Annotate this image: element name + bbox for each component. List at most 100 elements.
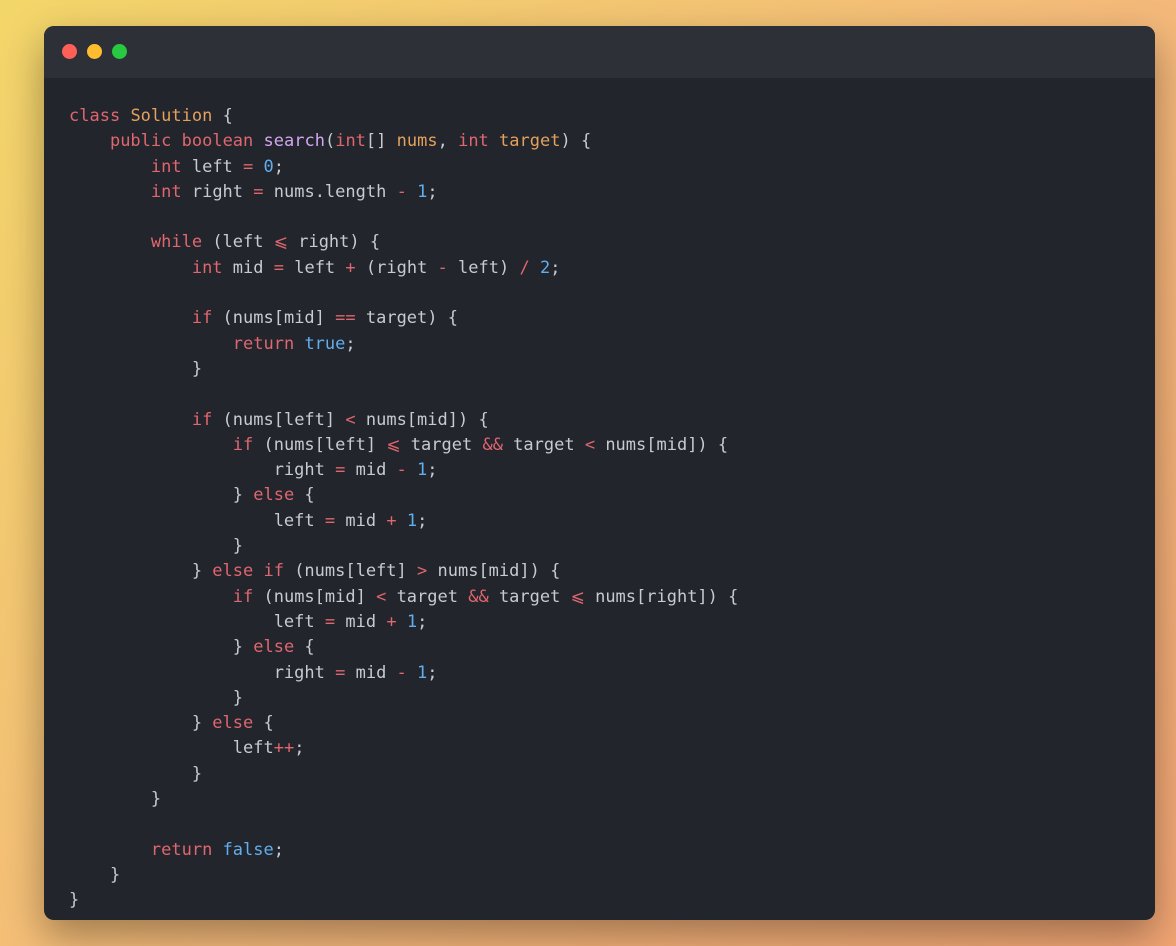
code-line: } else {	[69, 635, 1145, 660]
code-block[interactable]: class Solution { public boolean search(i…	[69, 104, 1145, 914]
code-token: }	[69, 789, 162, 810]
code-token: 1	[406, 510, 418, 531]
code-token: }	[69, 763, 203, 784]
code-token: =	[324, 510, 336, 531]
code-token: ;	[417, 611, 428, 632]
code-token: int	[191, 257, 223, 278]
code-token: (nums[mid]	[253, 586, 377, 607]
code-token: class	[69, 106, 121, 126]
code-line: return false;	[69, 838, 1145, 863]
code-token: boolean	[181, 131, 254, 152]
code-token: nums[mid]) {	[355, 409, 489, 430]
code-token: &&	[468, 586, 489, 607]
minimize-window-button[interactable]	[87, 44, 102, 59]
code-token: mid	[335, 611, 387, 632]
code-token: {	[212, 106, 233, 126]
code-line: }	[69, 762, 1145, 787]
close-window-button[interactable]	[62, 44, 77, 59]
maximize-window-button[interactable]	[112, 44, 127, 59]
code-token: else	[212, 713, 254, 734]
code-token: +	[386, 611, 397, 632]
code-token: {	[294, 485, 315, 506]
code-token: }	[69, 536, 243, 557]
code-token: 1	[417, 460, 428, 481]
code-token: }	[69, 637, 254, 658]
code-line: right = mid - 1;	[69, 661, 1145, 686]
code-token: target	[499, 131, 561, 152]
code-token: true	[304, 333, 346, 354]
code-token: int	[150, 156, 182, 177]
code-token: else	[253, 637, 295, 658]
code-token: return	[150, 839, 213, 860]
code-line: int mid = left + (right - left) / 2;	[69, 256, 1145, 281]
code-token: (nums[left]	[212, 409, 346, 430]
code-token: =	[335, 662, 346, 683]
code-token: target	[400, 434, 483, 455]
code-token: mid	[345, 662, 397, 683]
code-token: left	[283, 257, 346, 278]
code-token: (nums[left]	[283, 561, 418, 582]
code-token: }	[69, 864, 121, 885]
code-token: ++	[273, 738, 295, 759]
code-token: while	[150, 232, 203, 253]
code-token: ;	[273, 156, 285, 177]
code-token: nums[mid]) {	[595, 434, 729, 455]
code-line: if (nums[mid] < target && target ⩽ nums[…	[69, 585, 1145, 610]
code-token: &&	[482, 434, 503, 455]
code-token: mid	[222, 257, 274, 278]
code-token: ;	[427, 460, 438, 481]
code-token: -	[437, 257, 448, 278]
code-token: left)	[447, 257, 520, 278]
code-token: }	[69, 687, 243, 708]
code-line: int left = 0;	[69, 155, 1145, 180]
code-line: int right = nums.length - 1;	[69, 180, 1145, 205]
code-token: target	[502, 434, 585, 455]
code-token: nums[right]) {	[584, 586, 739, 607]
code-token: =	[243, 156, 254, 177]
code-token: =	[253, 181, 264, 202]
code-line: left++;	[69, 736, 1145, 761]
code-token: public	[109, 131, 172, 152]
code-token: -	[396, 662, 407, 683]
code-token: (left	[202, 232, 274, 253]
code-line: }	[69, 888, 1145, 913]
code-token: if	[232, 434, 254, 455]
code-token: (	[324, 131, 336, 152]
code-token: left	[69, 510, 325, 531]
code-token: -	[396, 181, 407, 202]
code-token: }	[69, 485, 254, 506]
code-token: ;	[345, 333, 356, 354]
code-token: +	[345, 257, 356, 278]
code-line: }	[69, 534, 1145, 559]
code-token: false	[222, 839, 274, 860]
code-token: {	[294, 637, 315, 658]
code-token: <	[345, 409, 356, 430]
code-token: Solution	[130, 106, 213, 126]
code-token: if	[232, 586, 254, 607]
code-token: mid	[345, 460, 397, 481]
code-token: return	[232, 333, 295, 354]
code-token: else if	[212, 561, 284, 582]
code-token: ⩽	[570, 586, 585, 607]
code-token: right	[69, 662, 336, 683]
code-token: <	[376, 586, 387, 607]
code-line: if (nums[left] ⩽ target && target < nums…	[69, 433, 1145, 458]
